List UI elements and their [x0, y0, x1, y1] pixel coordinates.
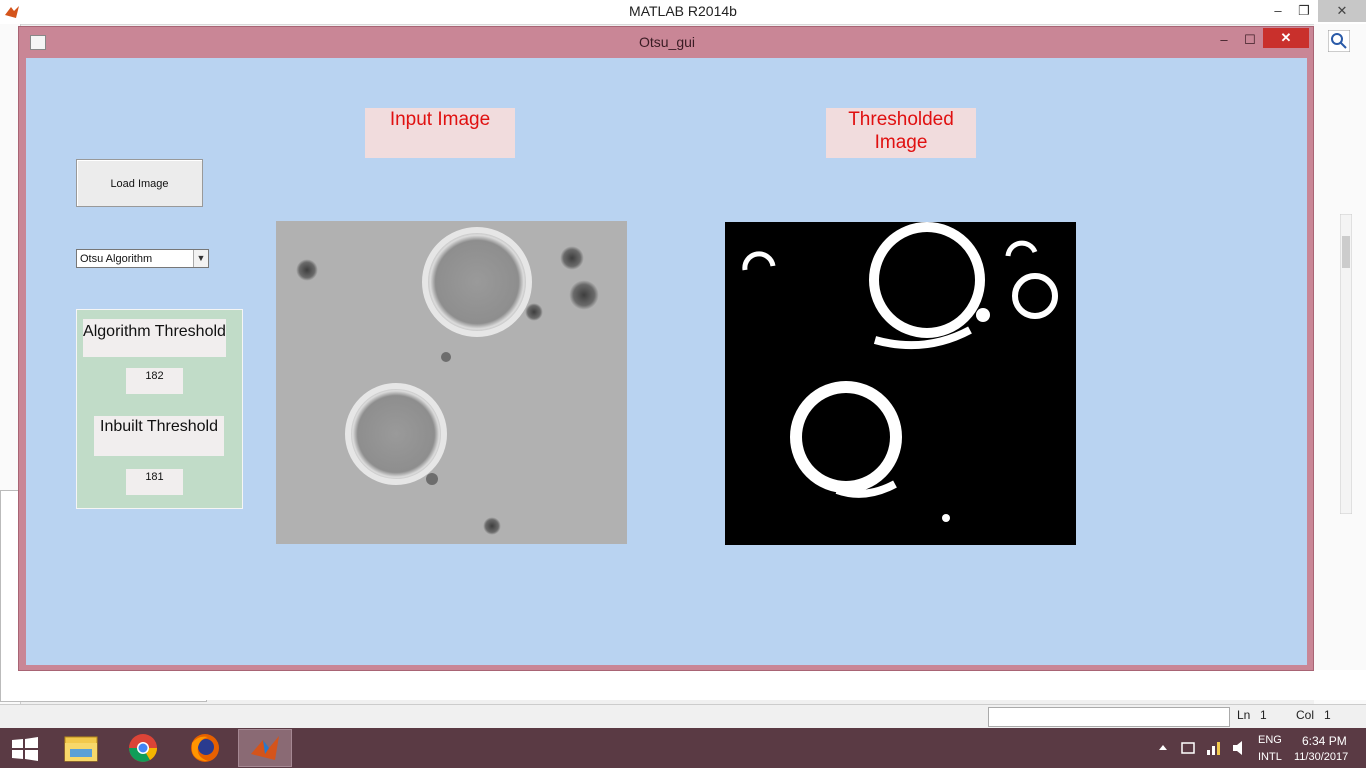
editor-side-panel: [1314, 24, 1366, 704]
thresholded-image-axes: [725, 222, 1076, 545]
algorithm-select-value: Otsu Algorithm: [80, 253, 153, 265]
algorithm-threshold-value: 182: [126, 368, 183, 394]
volume-icon[interactable]: [1232, 740, 1246, 756]
line-label: Ln: [1237, 708, 1251, 722]
vertical-scrollbar[interactable]: [1340, 214, 1352, 514]
chevron-up-icon[interactable]: [1158, 743, 1168, 751]
command-window[interactable]: [206, 670, 1366, 700]
inbuilt-threshold-label: Inbuilt Threshold: [94, 416, 224, 456]
input-layout[interactable]: INTL: [1258, 751, 1282, 763]
load-image-button[interactable]: Load Image: [76, 159, 203, 207]
matlab-titlebar: MATLAB R2014b – ❐ ✕: [0, 0, 1366, 25]
algorithm-threshold-label: Algorithm Threshold: [83, 319, 226, 357]
action-center-icon[interactable]: [1180, 740, 1196, 756]
inbuilt-threshold-value: 181: [126, 469, 183, 495]
chrome-icon[interactable]: [122, 731, 164, 765]
matlab-maximize-button[interactable]: ❐: [1290, 0, 1318, 22]
matlab-taskbar-button[interactable]: [238, 729, 292, 767]
figure-minimize-button[interactable]: –: [1211, 30, 1237, 50]
line-value: 1: [1260, 708, 1267, 722]
status-field: [988, 707, 1230, 727]
network-icon[interactable]: [1206, 740, 1222, 756]
chevron-down-icon[interactable]: ▼: [193, 250, 208, 267]
figure-canvas: Input Image Thresholded Image Load Image…: [26, 58, 1307, 665]
clock-time[interactable]: 6:34 PM: [1302, 734, 1347, 748]
input-language[interactable]: ENG: [1258, 734, 1282, 746]
algorithm-select[interactable]: Otsu Algorithm ▼: [76, 249, 209, 268]
figure-maximize-button[interactable]: ☐: [1237, 30, 1263, 50]
taskbar: [0, 728, 1366, 768]
thresholded-image-label: Thresholded Image: [826, 108, 976, 158]
figure-window-title: Otsu_gui: [638, 34, 696, 50]
firefox-icon[interactable]: [184, 731, 226, 765]
search-icon[interactable]: [1328, 30, 1350, 52]
figure-close-button[interactable]: ✕: [1263, 28, 1309, 48]
clock-date[interactable]: 11/30/2017: [1294, 751, 1348, 763]
threshold-panel: Algorithm Threshold 182 Inbuilt Threshol…: [76, 309, 243, 509]
file-explorer-icon[interactable]: [60, 731, 102, 765]
matlab-minimize-button[interactable]: –: [1264, 0, 1292, 22]
column-value: 1: [1324, 708, 1331, 722]
matlab-icon: [251, 736, 279, 760]
windows-start-icon[interactable]: [12, 737, 38, 761]
input-image-label: Input Image: [365, 108, 515, 158]
otsu-gui-window: Otsu_gui – ☐ ✕ Input Image Thresholded I…: [18, 26, 1314, 671]
input-image-axes: [276, 221, 627, 544]
matlab-window-title: MATLAB R2014b: [629, 3, 737, 19]
matlab-close-button[interactable]: ✕: [1318, 0, 1366, 22]
column-label: Col: [1296, 708, 1315, 722]
